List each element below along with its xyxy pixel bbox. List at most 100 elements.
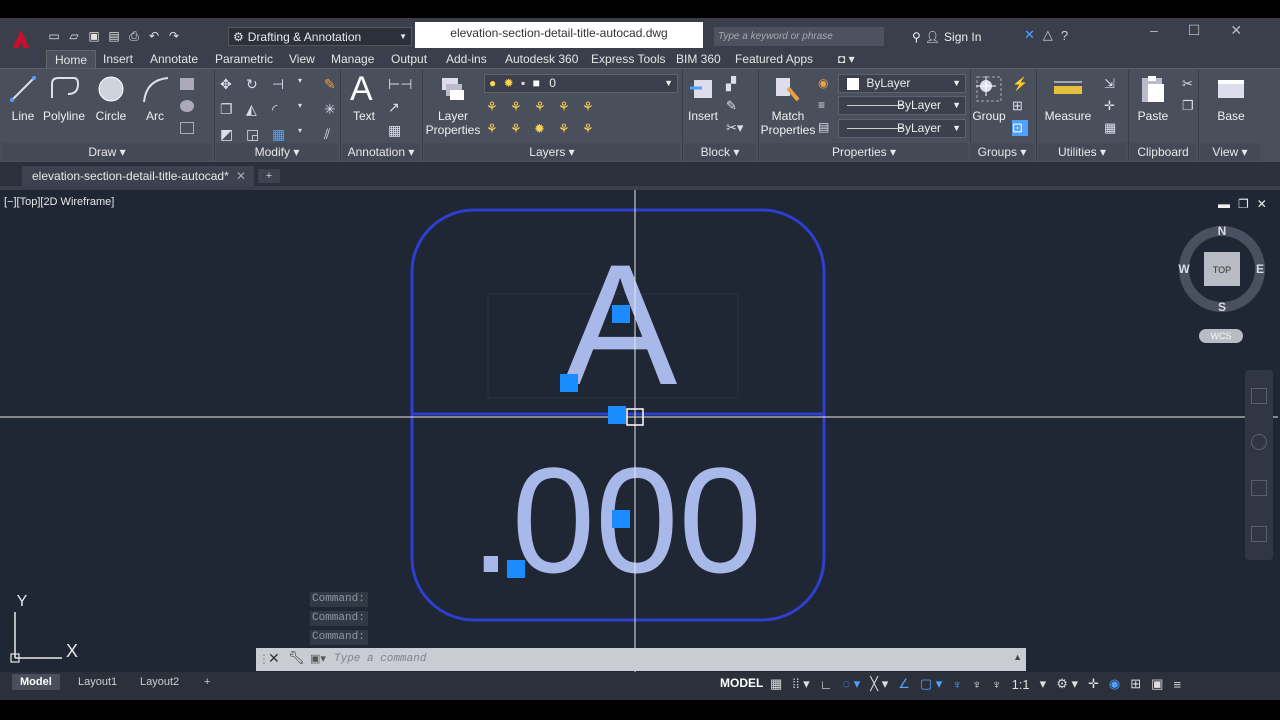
workspace-dropdown[interactable]: ⚙ Drafting & Annotation ▼ <box>228 27 412 46</box>
a360-icon[interactable]: △ <box>1043 27 1053 43</box>
grid-icon[interactable]: ▦ <box>770 676 782 692</box>
fillet-icon[interactable]: ◜ <box>272 101 294 118</box>
command-history-toggle-icon[interactable]: ▲ <box>1013 652 1022 662</box>
base-button[interactable]: Base <box>1210 109 1252 123</box>
insert-block-icon[interactable] <box>688 74 718 104</box>
layers-panel-title[interactable]: Layers ▾ <box>424 143 680 161</box>
maximize-icon[interactable]: ☐ <box>1188 22 1201 39</box>
move-icon[interactable]: ✥ <box>220 76 242 93</box>
polar-icon[interactable]: ◌ ▾ <box>842 676 860 692</box>
tab-annotate[interactable]: Annotate <box>142 50 206 68</box>
transparency-icon[interactable]: ▤ <box>818 120 829 134</box>
command-prompt-icon[interactable]: ▣▾ <box>310 652 326 665</box>
paste-button[interactable]: Paste <box>1134 109 1172 123</box>
mirror-icon[interactable]: ◭ <box>246 101 268 118</box>
snap-icon[interactable]: ⁞⁞ ▾ <box>792 676 809 692</box>
minimize-icon[interactable]: – <box>1150 22 1158 39</box>
ribbon-options-icon[interactable]: ◘ ▾ <box>830 50 863 68</box>
tab-autodesk-360[interactable]: Autodesk 360 <box>497 50 586 68</box>
tab-output[interactable]: Output <box>383 50 435 68</box>
add-layout-button[interactable]: + <box>196 674 218 690</box>
quick-select-icon[interactable]: ⇲ <box>1104 76 1116 92</box>
array-dropdown-icon[interactable]: ▾ <box>298 126 320 143</box>
wcs-menu[interactable]: WCS <box>1199 329 1243 343</box>
undo-icon[interactable]: ↶ <box>146 28 162 44</box>
sign-in-button[interactable]: ⚲ 👤︎ Sign In <box>912 27 1022 46</box>
annotation-visibility-icon[interactable]: ♆ <box>952 677 962 692</box>
utilities-panel-title[interactable]: Utilities ▾ <box>1038 143 1126 161</box>
model-tab[interactable]: Model <box>12 674 60 690</box>
hardware-acceleration-icon[interactable]: ⊞ <box>1130 676 1141 692</box>
arc-icon[interactable] <box>140 74 170 104</box>
grip-handle[interactable] <box>560 374 578 392</box>
save-as-icon[interactable]: ▤ <box>106 28 122 44</box>
circle-icon[interactable] <box>96 74 126 104</box>
stretch-icon[interactable]: ◩ <box>220 126 242 143</box>
grip-handle[interactable] <box>507 560 525 578</box>
tab-featured-apps[interactable]: Featured Apps <box>727 50 821 68</box>
scale-icon[interactable]: ◲ <box>246 126 268 143</box>
attribute-icon[interactable]: ✂▾ <box>726 120 743 136</box>
group-select-icon[interactable]: ⊡ <box>1012 120 1029 136</box>
layer-tool-icon[interactable]: ⚘ <box>534 99 558 115</box>
measure-icon[interactable] <box>1052 78 1084 102</box>
draw-panel-title[interactable]: Draw ▾ <box>2 143 212 161</box>
tab-add-ins[interactable]: Add-ins <box>438 50 495 68</box>
tab-parametric[interactable]: Parametric <box>207 50 281 68</box>
layer-tool-icon[interactable]: ⚘ <box>486 121 510 137</box>
circle-button[interactable]: Circle <box>94 109 128 123</box>
annotation-panel-title[interactable]: Annotation ▾ <box>342 143 420 161</box>
text-icon[interactable]: A <box>350 70 373 109</box>
text-button[interactable]: Text <box>346 109 382 123</box>
dimension-icon[interactable]: ⊢⊣ <box>388 76 412 93</box>
clean-screen-icon[interactable]: ▣ <box>1151 676 1163 692</box>
grip-handle[interactable] <box>608 406 626 424</box>
save-icon[interactable]: ▣ <box>86 28 102 44</box>
erase-icon[interactable]: ✎ <box>324 76 346 93</box>
paste-icon[interactable] <box>1138 74 1168 104</box>
annotation-scale-value[interactable]: 1:1 <box>1012 677 1030 692</box>
copy-clip-icon[interactable]: ❐ <box>1182 98 1194 114</box>
block-panel-title[interactable]: Block ▾ <box>684 143 756 161</box>
command-input[interactable]: Type a command <box>334 651 1014 668</box>
base-icon[interactable] <box>1216 78 1246 102</box>
leader-icon[interactable]: ↗ <box>388 99 412 116</box>
cut-icon[interactable]: ✂ <box>1182 76 1194 92</box>
properties-panel-title[interactable]: Properties ▾ <box>760 143 968 161</box>
isodraft-icon[interactable]: ╳ ▾ <box>870 676 888 692</box>
close-icon[interactable]: ✕ <box>1230 22 1242 39</box>
offset-icon[interactable]: ⫽ <box>324 126 346 143</box>
object-snap-tracking-icon[interactable]: ∠ <box>898 676 910 692</box>
print-icon[interactable]: ⎙ <box>126 28 142 44</box>
layer-tool-icon[interactable]: ⚘ <box>486 99 510 115</box>
model-space-toggle[interactable]: MODEL <box>720 676 763 690</box>
layer-properties-icon[interactable] <box>438 74 468 104</box>
close-command-icon[interactable]: ✕ <box>268 650 280 667</box>
ungroup-icon[interactable]: ⚡ <box>1012 76 1028 92</box>
lineweight-dropdown[interactable]: ByLayer ▼ <box>838 119 966 138</box>
compass-north[interactable]: N <box>1218 224 1227 238</box>
compass-east[interactable]: E <box>1256 262 1264 276</box>
linetype-dropdown[interactable]: ByLayer ▼ <box>838 96 966 115</box>
compass-south[interactable]: S <box>1218 300 1226 314</box>
hatch-icon[interactable] <box>180 100 194 112</box>
insert-button[interactable]: Insert <box>684 109 722 123</box>
section-letter-text[interactable]: A <box>563 229 678 421</box>
viewcube[interactable]: TOP N S E W <box>1172 222 1272 322</box>
ortho-icon[interactable]: ∟ <box>820 677 833 692</box>
grip-handle[interactable] <box>612 510 630 528</box>
zoom-icon[interactable] <box>1251 480 1267 496</box>
steering-wheel-icon[interactable] <box>1251 388 1267 404</box>
polyline-button[interactable]: Polyline <box>42 109 86 123</box>
layer-tool-icon[interactable]: ⚘ <box>558 121 582 137</box>
group-edit-icon[interactable]: ⊞ <box>1012 98 1028 114</box>
close-tab-icon[interactable]: ✕ <box>236 166 246 186</box>
tab-home[interactable]: Home <box>46 50 97 68</box>
layout2-tab[interactable]: Layout2 <box>132 674 187 690</box>
orbit-icon[interactable] <box>1251 526 1267 542</box>
layer-tool-icon[interactable]: ✹ <box>534 121 558 137</box>
redo-icon[interactable]: ↷ <box>166 28 182 44</box>
lineweight-icon[interactable]: ≡ <box>818 98 829 112</box>
clipboard-panel-title[interactable]: Clipboard <box>1130 143 1196 161</box>
annotation-autoscale-icon[interactable]: ♆ <box>972 677 982 692</box>
